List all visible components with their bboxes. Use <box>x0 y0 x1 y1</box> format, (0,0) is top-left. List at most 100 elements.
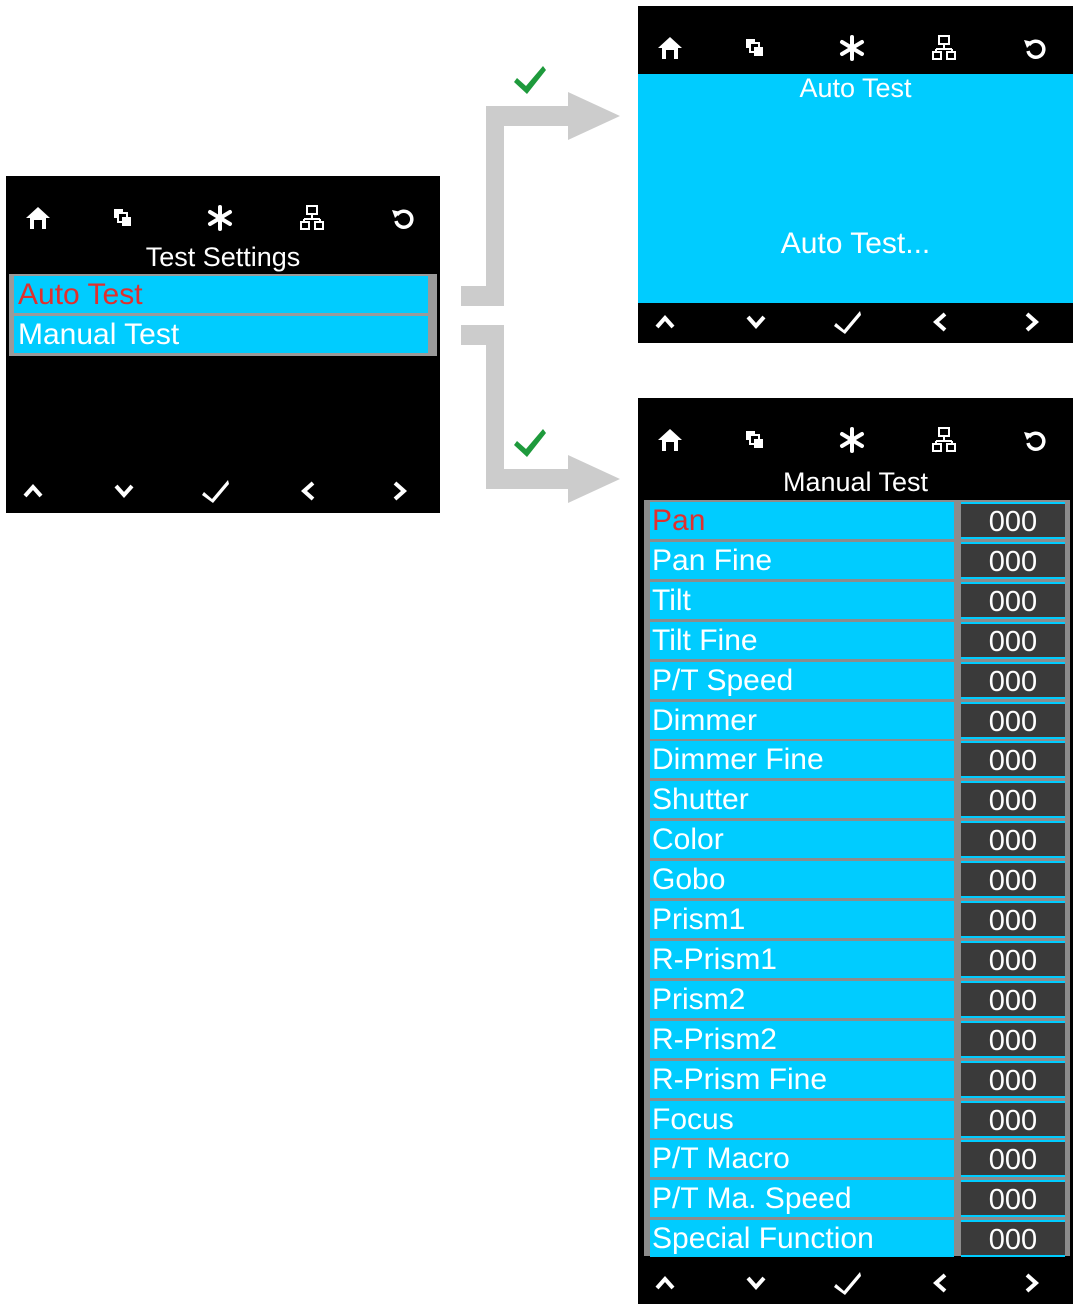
channel-row[interactable]: Shutter 000 <box>650 781 1066 819</box>
refresh-icon[interactable] <box>1013 28 1057 68</box>
top-toolbar <box>6 198 440 238</box>
channel-label: Focus <box>650 1100 954 1138</box>
channel-list: Pan 000 Pan Fine 000 Tilt 000 Tilt Fine 000 P/T … <box>644 500 1070 1258</box>
channel-value[interactable]: 000 <box>961 1060 1065 1098</box>
network-icon[interactable] <box>922 420 966 460</box>
asterisk-icon[interactable] <box>830 420 874 460</box>
channel-row[interactable]: Prism1 000 <box>650 901 1066 938</box>
channel-row[interactable]: Special Function 000 <box>650 1220 1066 1258</box>
left-icon[interactable] <box>918 1263 962 1303</box>
check-icon[interactable] <box>194 471 238 511</box>
channel-row[interactable]: Dimmer 000 <box>650 701 1066 739</box>
channel-row[interactable]: P/T Speed 000 <box>650 661 1066 699</box>
refresh-icon[interactable] <box>381 198 425 238</box>
channel-value[interactable]: 000 <box>961 541 1065 579</box>
manual-test-screen: Manual Test Pan 000 Pan Fine 000 Tilt 000 Tilt… <box>638 398 1073 1304</box>
screen-title: Auto Test <box>799 73 912 103</box>
channel-row[interactable]: P/T Macro 000 <box>650 1140 1066 1178</box>
down-icon[interactable] <box>734 1263 778 1303</box>
channel-value[interactable]: 000 <box>961 1220 1065 1258</box>
left-icon[interactable] <box>918 302 962 342</box>
channel-row[interactable]: R-Prism1 000 <box>650 940 1066 978</box>
channel-row[interactable]: Tilt Fine 000 <box>650 621 1066 659</box>
channel-value[interactable]: 000 <box>961 661 1065 699</box>
channel-value[interactable]: 000 <box>961 1180 1065 1218</box>
screen-title: Test Settings <box>145 242 301 272</box>
channel-row[interactable]: R-Prism2 000 <box>650 1020 1066 1058</box>
channel-value[interactable]: 000 <box>961 701 1065 739</box>
channel-label: Tilt Fine <box>650 621 954 659</box>
bottom-toolbar <box>6 471 440 511</box>
layers-icon[interactable] <box>733 420 777 460</box>
up-icon[interactable] <box>643 302 687 342</box>
left-icon[interactable] <box>286 471 330 511</box>
channel-row[interactable]: Pan 000 <box>650 502 1066 539</box>
channel-value[interactable]: 000 <box>961 861 1065 899</box>
up-icon[interactable] <box>11 471 55 511</box>
right-icon[interactable] <box>1010 302 1054 342</box>
channel-row[interactable]: Color 000 <box>650 821 1066 859</box>
channel-row[interactable]: Gobo 000 <box>650 861 1066 899</box>
channel-value[interactable]: 000 <box>961 1100 1065 1138</box>
home-icon[interactable] <box>648 420 692 460</box>
auto-test-panel <box>638 74 1073 303</box>
channel-label: Dimmer <box>650 701 954 739</box>
channel-row[interactable]: P/T Ma. Speed 000 <box>650 1180 1066 1218</box>
menu-item-auto-test[interactable]: Auto Test <box>14 276 428 313</box>
channel-label: Shutter <box>650 781 954 819</box>
channel-label: R-Prism1 <box>650 940 954 978</box>
channel-label: Special Function <box>650 1220 954 1258</box>
channel-value[interactable]: 000 <box>961 741 1065 779</box>
auto-test-screen: Auto Test Auto Test... <box>638 6 1073 343</box>
right-icon[interactable] <box>1010 1263 1054 1303</box>
layers-icon[interactable] <box>101 198 145 238</box>
top-toolbar <box>638 28 1073 68</box>
channel-value[interactable]: 000 <box>961 1020 1065 1058</box>
asterisk-icon[interactable] <box>830 28 874 68</box>
channel-value[interactable]: 000 <box>961 821 1065 859</box>
check-icon <box>514 66 546 94</box>
channel-value[interactable]: 000 <box>961 581 1065 619</box>
network-icon[interactable] <box>290 198 334 238</box>
network-icon[interactable] <box>922 28 966 68</box>
channel-value[interactable]: 000 <box>961 1140 1065 1178</box>
right-icon[interactable] <box>378 471 422 511</box>
asterisk-icon[interactable] <box>198 198 242 238</box>
screen-title: Manual Test <box>782 467 929 497</box>
home-icon[interactable] <box>648 28 692 68</box>
channel-row[interactable]: R-Prism Fine 000 <box>650 1060 1066 1098</box>
bottom-toolbar <box>638 1263 1073 1303</box>
check-icon[interactable] <box>826 302 870 342</box>
test-settings-screen: Test Settings Auto Test Manual Test <box>6 176 440 513</box>
channel-value[interactable]: 000 <box>961 901 1065 938</box>
channel-label: P/T Ma. Speed <box>650 1180 954 1218</box>
channel-row[interactable]: Tilt 000 <box>650 581 1066 619</box>
channel-label: R-Prism Fine <box>650 1060 954 1098</box>
channel-row[interactable]: Dimmer Fine 000 <box>650 741 1066 779</box>
channel-value[interactable]: 000 <box>961 940 1065 978</box>
auto-test-status: Auto Test... <box>780 227 931 260</box>
layers-icon[interactable] <box>733 28 777 68</box>
channel-value[interactable]: 000 <box>961 980 1065 1018</box>
refresh-icon[interactable] <box>1013 420 1057 460</box>
menu-item-manual-test[interactable]: Manual Test <box>14 316 428 353</box>
up-icon[interactable] <box>643 1263 687 1303</box>
channel-label: Pan <box>650 502 954 539</box>
down-icon[interactable] <box>102 471 146 511</box>
bottom-toolbar <box>638 302 1073 342</box>
channel-row[interactable]: Focus 000 <box>650 1100 1066 1138</box>
channel-value[interactable]: 000 <box>961 781 1065 819</box>
channel-label: P/T Speed <box>650 661 954 699</box>
channel-row[interactable]: Pan Fine 000 <box>650 541 1066 579</box>
down-icon[interactable] <box>734 302 778 342</box>
top-toolbar <box>638 420 1073 460</box>
channel-label: Prism2 <box>650 980 954 1018</box>
check-icon[interactable] <box>826 1263 870 1303</box>
channel-value[interactable]: 000 <box>961 621 1065 659</box>
channel-label: Prism1 <box>650 901 954 938</box>
channel-label: Color <box>650 821 954 859</box>
channel-value[interactable]: 000 <box>961 502 1065 539</box>
home-icon[interactable] <box>16 198 60 238</box>
channel-row[interactable]: Prism2 000 <box>650 980 1066 1018</box>
check-icon <box>514 429 546 457</box>
